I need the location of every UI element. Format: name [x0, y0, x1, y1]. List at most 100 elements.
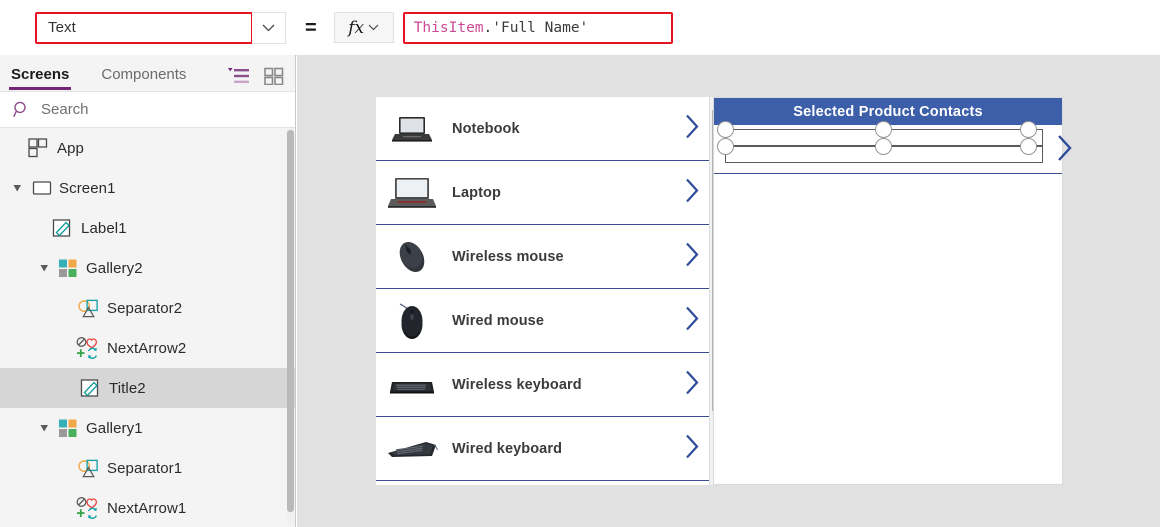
laptop-image: [386, 173, 438, 213]
search-icon: [13, 101, 26, 118]
gallery-item-label: Laptop: [452, 185, 501, 201]
wired-mouse-image: [386, 301, 438, 341]
search-placeholder: Search: [41, 101, 89, 118]
tree-item-label: Label1: [81, 219, 127, 237]
resize-handle[interactable]: [1020, 138, 1037, 155]
next-arrow-icon: [76, 337, 102, 359]
wireless-mouse-image: [386, 237, 438, 277]
gallery-item[interactable]: Wireless keyboard: [376, 353, 709, 417]
chevron-right-icon[interactable]: [684, 434, 700, 465]
tab-screens[interactable]: Screens: [9, 58, 72, 91]
expand-caret-icon[interactable]: [9, 184, 25, 193]
resize-handle[interactable]: [717, 121, 734, 138]
tree-scrollbar[interactable]: [287, 128, 294, 525]
tree-item-nextarrow1[interactable]: NextArrow1: [0, 488, 295, 525]
property-dropdown-chevron[interactable]: [252, 11, 286, 44]
wireless-keyboard-image: [386, 365, 438, 405]
formula-token-identifier: ThisItem: [413, 19, 484, 36]
screen-icon: [31, 177, 53, 199]
wired-keyboard-image: [386, 429, 438, 469]
chevron-right-icon[interactable]: [684, 370, 700, 401]
expand-caret-icon[interactable]: [36, 264, 52, 273]
tree-item-screen1[interactable]: Screen1: [0, 168, 295, 208]
contacts-gallery-item[interactable]: [714, 121, 1072, 174]
sidebar-tabs: Screens Components: [0, 55, 295, 91]
search-input[interactable]: Search: [0, 91, 295, 128]
label-icon: [79, 377, 101, 399]
sidebar-view-toggles: [228, 67, 284, 85]
tree-scrollbar-thumb[interactable]: [287, 130, 294, 512]
tree-item-label: Screen1: [59, 179, 116, 197]
tree-item-app[interactable]: App: [0, 128, 295, 168]
tree-item-label: App: [57, 139, 84, 157]
property-dropdown-value[interactable]: Text: [35, 11, 253, 44]
contacts-header-title: Selected Product Contacts: [793, 103, 983, 120]
notebook-image: [386, 109, 438, 149]
gallery-item-label: Wired keyboard: [452, 441, 563, 457]
gallery-icon: [57, 417, 79, 439]
tree-item-label1[interactable]: Label1: [0, 208, 295, 248]
contacts-gallery-separator: [714, 173, 1062, 174]
gallery-item[interactable]: Laptop: [376, 161, 709, 225]
formula-token-plain: .'Full Name': [483, 19, 589, 36]
gallery-item[interactable]: Notebook: [376, 97, 709, 161]
contacts-header: Selected Product Contacts: [714, 98, 1062, 125]
formula-input[interactable]: ThisItem .'Full Name': [402, 11, 673, 44]
tree-item-label: Separator1: [107, 459, 183, 477]
gallery-item[interactable]: Wired keyboard: [376, 417, 709, 481]
tree-item-separator1[interactable]: Separator1: [0, 448, 295, 488]
gallery-item[interactable]: Wireless mouse: [376, 225, 709, 289]
property-selector[interactable]: Text: [35, 11, 286, 44]
gallery-item-label: Notebook: [452, 121, 520, 137]
label-icon: [51, 217, 73, 239]
screens-tree: App Screen1 Label1 Gallery2 Separator2 N…: [0, 128, 295, 525]
chevron-right-icon[interactable]: [1056, 133, 1074, 168]
resize-handle[interactable]: [717, 138, 734, 155]
chevron-down-icon: [262, 24, 275, 31]
chevron-right-icon[interactable]: [684, 178, 700, 209]
tree-item-label: NextArrow2: [107, 339, 187, 357]
left-sidebar: Screens Components Search App Screen1 La…: [0, 55, 296, 527]
tree-item-nextarrow2[interactable]: NextArrow2: [0, 328, 295, 368]
resize-handle[interactable]: [875, 121, 892, 138]
tree-item-label: Gallery1: [86, 419, 143, 437]
fx-button[interactable]: fx: [333, 12, 394, 43]
tree-item-gallery1[interactable]: Gallery1: [0, 408, 295, 448]
app-icon: [27, 137, 49, 159]
tree-view-icon[interactable]: [228, 67, 250, 85]
tree-item-gallery2[interactable]: Gallery2: [0, 248, 295, 288]
gallery-contacts[interactable]: Selected Product Contacts: [713, 97, 1072, 485]
app-canvas: Notebook Laptop Wireless mouse Wired mou…: [297, 55, 1160, 527]
equals-sign: =: [305, 16, 317, 39]
gallery-icon: [57, 257, 79, 279]
tree-item-label: Separator2: [107, 299, 183, 317]
tree-item-label: Gallery2: [86, 259, 143, 277]
gallery-products[interactable]: Notebook Laptop Wireless mouse Wired mou…: [376, 97, 709, 485]
gallery-item[interactable]: Wired mouse: [376, 289, 709, 353]
tree-item-label: Title2: [109, 379, 146, 397]
separator-icon: [78, 457, 100, 479]
gallery-item-label: Wired mouse: [452, 313, 545, 329]
formula-bar: Text = fx ThisItem .'Full Name': [0, 0, 1160, 56]
fx-label: fx: [348, 17, 365, 38]
expand-caret-icon[interactable]: [36, 424, 52, 433]
thumbnail-view-icon[interactable]: [264, 67, 284, 85]
tree-item-separator2[interactable]: Separator2: [0, 288, 295, 328]
chevron-right-icon[interactable]: [684, 242, 700, 273]
tree-item-label: NextArrow1: [107, 499, 187, 517]
separator-icon: [78, 297, 100, 319]
tab-components-label: Components: [101, 66, 187, 83]
tab-screens-label: Screens: [11, 66, 70, 83]
resize-handle[interactable]: [1020, 121, 1037, 138]
gallery-separator: [376, 480, 709, 481]
property-name-text: Text: [48, 19, 76, 36]
tree-item-title2[interactable]: Title2: [0, 368, 295, 408]
tab-components[interactable]: Components: [99, 58, 188, 91]
gallery-item-label: Wireless keyboard: [452, 377, 582, 393]
resize-handle[interactable]: [875, 138, 892, 155]
gallery-item-label: Wireless mouse: [452, 249, 564, 265]
next-arrow-icon: [76, 497, 102, 519]
chevron-right-icon[interactable]: [684, 306, 700, 337]
chevron-right-icon[interactable]: [684, 114, 700, 145]
chevron-down-icon: [368, 24, 379, 31]
